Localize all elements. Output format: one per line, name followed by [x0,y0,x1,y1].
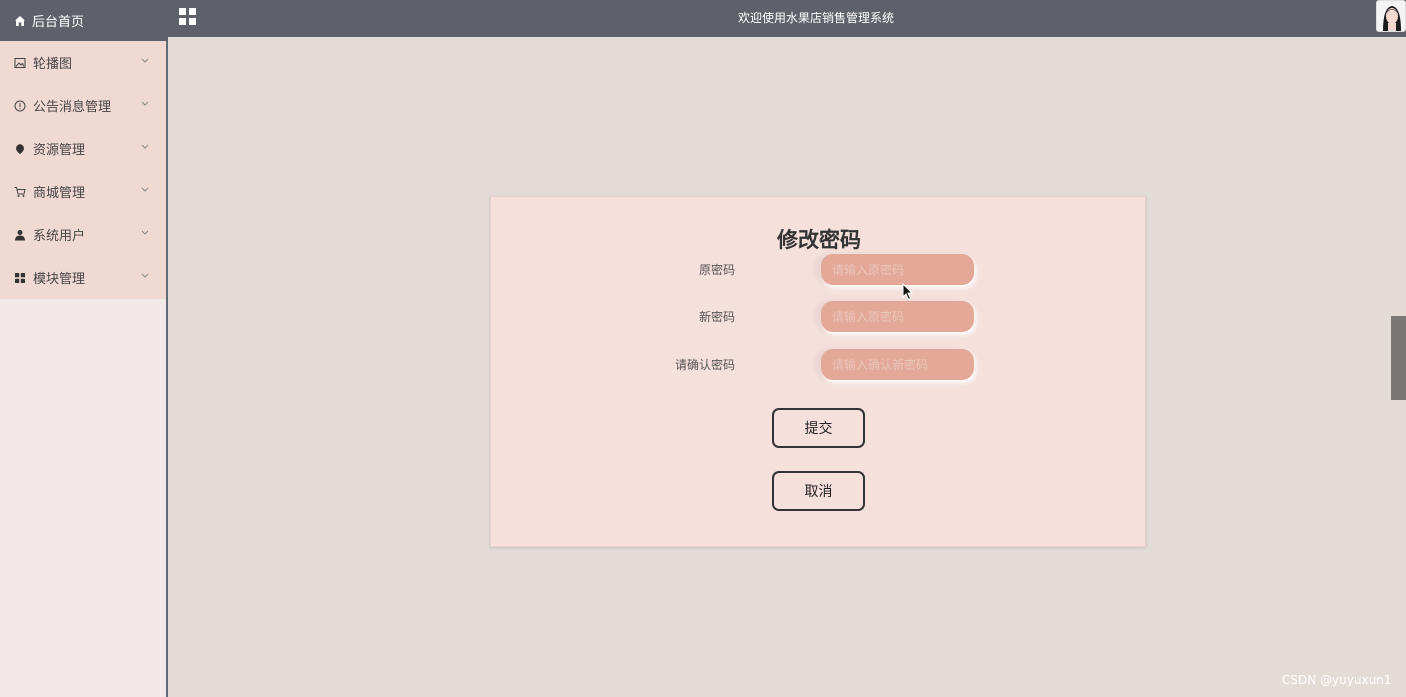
top-bar [0,0,1406,37]
sidebar-item-users[interactable]: 系统用户 [0,213,166,256]
avatar[interactable] [1376,0,1406,32]
change-password-card: 修改密码 原密码 新密码 请确认密码 提交 取消 [490,196,1146,547]
submit-button[interactable]: 提交 [772,408,865,448]
sidebar-item-label: 轮播图 [33,57,73,72]
chevron-down-icon [141,273,149,278]
cancel-button[interactable]: 取消 [772,471,865,511]
sidebar-menu: 轮播图 公告消息管理 资源管理 商城管理 系统用户 模块管理 [0,41,166,299]
pin-icon [14,143,26,155]
sidebar-item-modules[interactable]: 模块管理 [0,256,166,299]
sidebar-item-label: 系统用户 [33,229,86,244]
scrollbar-thumb[interactable] [1391,316,1406,400]
home-link[interactable]: 后台首页 [0,0,168,41]
watermark: CSDN @yuyuxun1 [1282,673,1392,687]
confirm-password-label: 请确认密码 [674,358,735,372]
home-link-label: 后台首页 [32,15,85,30]
sidebar-item-notices[interactable]: 公告消息管理 [0,84,166,127]
confirm-password-input[interactable] [821,349,974,380]
cart-icon [14,186,26,198]
chevron-down-icon [141,144,149,149]
sidebar-item-resources[interactable]: 资源管理 [0,127,166,170]
sidebar-item-label: 模块管理 [33,272,86,287]
old-password-input[interactable] [821,254,974,285]
chevron-down-icon [141,230,149,235]
sidebar-item-shop[interactable]: 商城管理 [0,170,166,213]
sidebar-item-label: 资源管理 [33,143,86,158]
old-password-label: 原密码 [698,263,735,277]
sidebar-item-label: 商城管理 [33,186,86,201]
info-icon [14,100,26,112]
home-icon [15,15,25,26]
chevron-down-icon [141,58,149,63]
user-icon [14,229,26,241]
new-password-label: 新密码 [698,310,735,324]
page-title: 修改密码 [777,228,861,252]
chevron-down-icon [141,187,149,192]
menu-toggle-icon[interactable] [179,8,196,25]
mouse-cursor-icon [902,282,914,305]
sidebar-item-carousel[interactable]: 轮播图 [0,41,166,84]
grid-icon [14,272,26,284]
chevron-down-icon [141,101,149,106]
app-title: 欢迎使用水果店销售管理系统 [738,11,895,25]
sidebar-item-label: 公告消息管理 [33,100,112,115]
sidebar: 轮播图 公告消息管理 资源管理 商城管理 系统用户 模块管理 [0,41,168,697]
new-password-input[interactable] [821,301,974,332]
picture-icon [14,57,26,69]
